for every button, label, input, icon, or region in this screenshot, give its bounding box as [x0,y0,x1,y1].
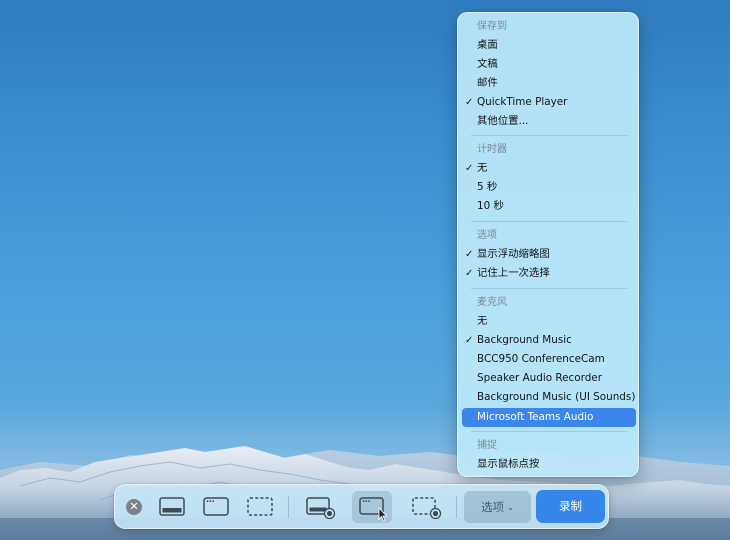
chevron-down-icon: ⌄ [507,503,514,512]
menu-item-label: 记住上一次选择 [477,267,550,279]
menu-item-label: 桌面 [477,39,498,51]
checkmark-icon: ✓ [465,268,474,279]
screenshot-toolbar: ✕ 选项 ⌄ 录制 [114,484,609,529]
close-icon[interactable]: ✕ [126,499,142,515]
checkmark-icon: ✓ [465,163,474,174]
record-entire-screen-icon[interactable] [299,491,339,523]
menu-header-save-to: 保存到 [477,21,507,32]
menu-item-mic-background-music[interactable]: ✓ Background Music [462,331,636,350]
options-button-label: 选项 [481,500,505,514]
menu-header-timer: 计时器 [477,144,507,155]
screenshot-options-menu: 保存到 桌面 文稿 邮件 ✓ QuickTime Player 其他位置... 计… [457,12,639,477]
toolbar-divider [288,496,289,518]
menu-item-label: Microsoft Teams Audio [477,411,594,423]
checkmark-icon: ✓ [465,249,474,260]
menu-item-timer-10s[interactable]: 10 秒 [462,197,636,216]
menu-item-save-quicktime[interactable]: ✓ QuickTime Player [462,93,636,112]
menu-item-label: 10 秒 [477,200,504,212]
menu-item-label: 文稿 [477,58,498,70]
menu-item-timer-5s[interactable]: 5 秒 [462,178,636,197]
menu-item-show-mouse-clicks[interactable]: 显示鼠标点按 [462,455,636,474]
record-window-icon[interactable] [352,491,392,523]
menu-item-label: 显示浮动缩略图 [477,248,550,260]
menu-item-save-desktop[interactable]: 桌面 [462,36,636,55]
menu-item-mic-speaker-audio-recorder[interactable]: Speaker Audio Recorder [462,369,636,388]
menu-item-label: Background Music [477,334,572,346]
menu-header-microphone: 麦克风 [477,297,507,308]
menu-header-options: 选项 [477,230,497,241]
menu-item-show-floating-thumbnail[interactable]: ✓ 显示浮动缩略图 [462,245,636,264]
menu-item-label: Background Music (UI Sounds) [477,391,636,403]
toolbar-divider [456,496,457,518]
checkmark-icon: ✓ [465,97,474,108]
menu-item-save-mail[interactable]: 邮件 [462,74,636,93]
record-selection-icon[interactable] [405,491,445,523]
menu-item-label: Speaker Audio Recorder [477,372,602,384]
menu-item-mic-bcc950[interactable]: BCC950 ConferenceCam [462,350,636,369]
menu-item-label: 无 [477,315,488,327]
menu-item-timer-none[interactable]: ✓ 无 [462,159,636,178]
menu-item-label: 邮件 [477,77,498,89]
menu-separator [471,431,627,432]
menu-header-capture: 捕捉 [477,440,497,451]
menu-item-label: 显示鼠标点按 [477,458,540,470]
menu-item-label: 无 [477,162,488,174]
capture-entire-screen-icon[interactable] [152,491,192,523]
menu-separator [471,288,627,289]
menu-item-label: 5 秒 [477,181,498,193]
menu-separator [471,221,627,222]
menu-item-save-documents[interactable]: 文稿 [462,55,636,74]
menu-item-mic-none[interactable]: 无 [462,312,636,331]
menu-item-label: BCC950 ConferenceCam [477,353,605,365]
menu-item-mic-teams-audio[interactable]: Microsoft Teams Audio [462,408,636,427]
menu-item-remember-last-selection[interactable]: ✓ 记住上一次选择 [462,264,636,283]
record-button[interactable]: 录制 [536,490,605,523]
menu-item-mic-background-music-ui[interactable]: Background Music (UI Sounds) [462,388,636,407]
capture-window-icon[interactable] [196,491,236,523]
menu-item-label: QuickTime Player [477,96,568,108]
menu-item-label: 其他位置... [477,115,529,127]
capture-selection-icon[interactable] [240,491,280,523]
menu-item-save-other[interactable]: 其他位置... [462,112,636,131]
options-button[interactable]: 选项 ⌄ [464,491,531,523]
checkmark-icon: ✓ [465,335,474,346]
menu-separator [471,135,627,136]
record-button-label: 录制 [559,499,582,513]
